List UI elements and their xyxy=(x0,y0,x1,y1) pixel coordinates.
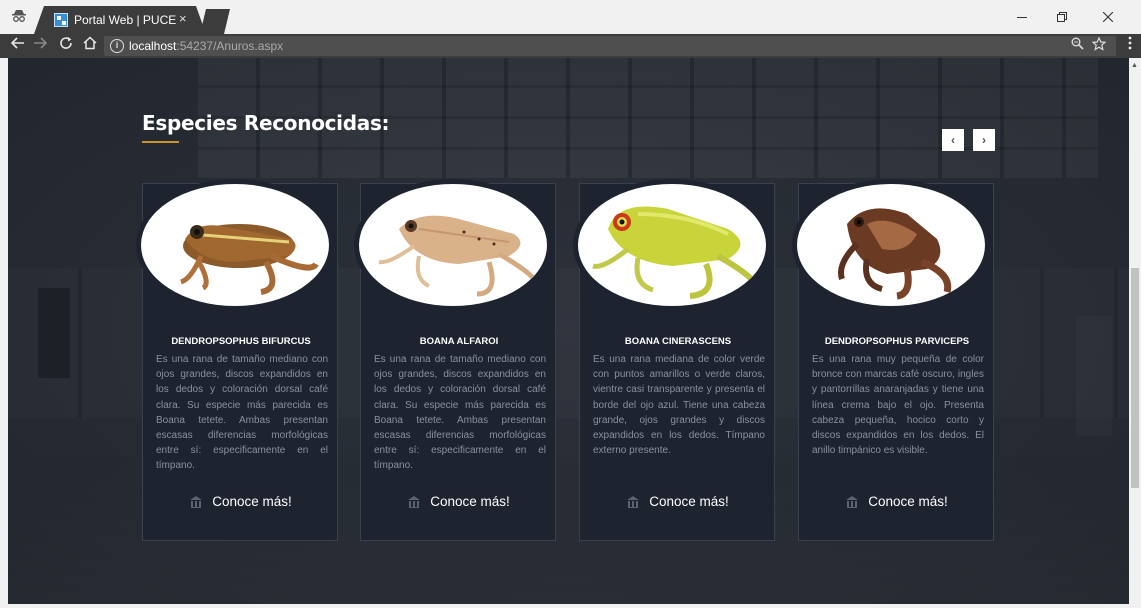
frog-image xyxy=(573,179,771,311)
page-scrollbar[interactable]: ▲ xyxy=(1129,58,1141,604)
star-icon[interactable] xyxy=(1091,36,1107,54)
species-name: BOANA ALFAROI xyxy=(419,336,499,347)
browser-tab[interactable]: Portal Web | PUCE × xyxy=(34,6,206,34)
species-card: BOANA CINERASCENS Es una rana mediana de… xyxy=(573,179,776,541)
url-text: localhost:54237/Anuros.aspx xyxy=(129,39,284,53)
frog-image xyxy=(136,179,334,311)
institution-icon xyxy=(627,496,640,508)
home-icon[interactable] xyxy=(80,36,100,56)
info-icon[interactable]: i xyxy=(110,39,124,53)
frog-image xyxy=(354,179,552,311)
species-name: BOANA CINERASCENS xyxy=(624,336,732,347)
menu-icon[interactable] xyxy=(1124,36,1136,53)
species-card: DENDROPSOPHUS BIFURCUS Es una rana de ta… xyxy=(136,179,339,541)
forward-icon[interactable] xyxy=(30,36,50,56)
species-name: DENDROPSOPHUS BIFURCUS xyxy=(171,336,311,347)
title-underline xyxy=(142,141,179,143)
institution-icon xyxy=(846,496,859,508)
species-description: Es una rana mediana de color verde con p… xyxy=(593,354,765,457)
browser-toolbar: i localhost:54237/Anuros.aspx xyxy=(0,34,1141,58)
tab-title: Portal Web | PUCE xyxy=(74,13,177,27)
learn-more-link[interactable]: Conoce más! xyxy=(143,494,339,509)
minimize-icon[interactable] xyxy=(1007,6,1037,28)
species-card: DENDROPSOPHUS PARVICEPS Es una rana muy … xyxy=(792,179,995,541)
favicon-icon xyxy=(54,13,68,27)
section-title: Especies Reconocidas: xyxy=(142,111,390,135)
frog-image xyxy=(792,179,990,311)
learn-more-link[interactable]: Conoce más! xyxy=(580,494,776,509)
species-description: Es una rana de tamaño mediano con ojos g… xyxy=(156,354,328,472)
page-viewport: Especies Reconocidas: ‹ › DENDROPSOPHUS … xyxy=(8,58,1129,604)
species-card: BOANA ALFAROI Es una rana de tamaño medi… xyxy=(354,179,557,541)
species-name: DENDROPSOPHUS PARVICEPS xyxy=(824,336,970,347)
species-description: Es una rana muy pequeña de color bronce … xyxy=(812,354,984,457)
close-window-icon[interactable] xyxy=(1093,6,1123,28)
browser-tabbar: Portal Web | PUCE × xyxy=(0,0,1141,34)
learn-more-link[interactable]: Conoce más! xyxy=(361,494,557,509)
incognito-icon xyxy=(8,8,30,26)
species-description: Es una rana de tamaño mediano con ojos g… xyxy=(374,354,546,472)
back-icon[interactable] xyxy=(8,36,28,56)
learn-more-link[interactable]: Conoce más! xyxy=(799,494,995,509)
reload-icon[interactable] xyxy=(56,36,76,56)
carousel-prev-button[interactable]: ‹ xyxy=(942,129,964,151)
scroll-up-icon[interactable]: ▲ xyxy=(1131,62,1138,69)
scroll-thumb[interactable] xyxy=(1131,268,1139,488)
institution-icon xyxy=(408,496,421,508)
carousel-next-button[interactable]: › xyxy=(973,129,995,151)
close-tab-icon[interactable]: × xyxy=(179,11,187,26)
institution-icon xyxy=(190,496,203,508)
restore-icon[interactable] xyxy=(1047,6,1077,28)
new-tab-button[interactable] xyxy=(200,9,230,34)
address-bar[interactable]: i localhost:54237/Anuros.aspx xyxy=(104,36,1116,56)
zoom-icon[interactable] xyxy=(1071,37,1084,53)
